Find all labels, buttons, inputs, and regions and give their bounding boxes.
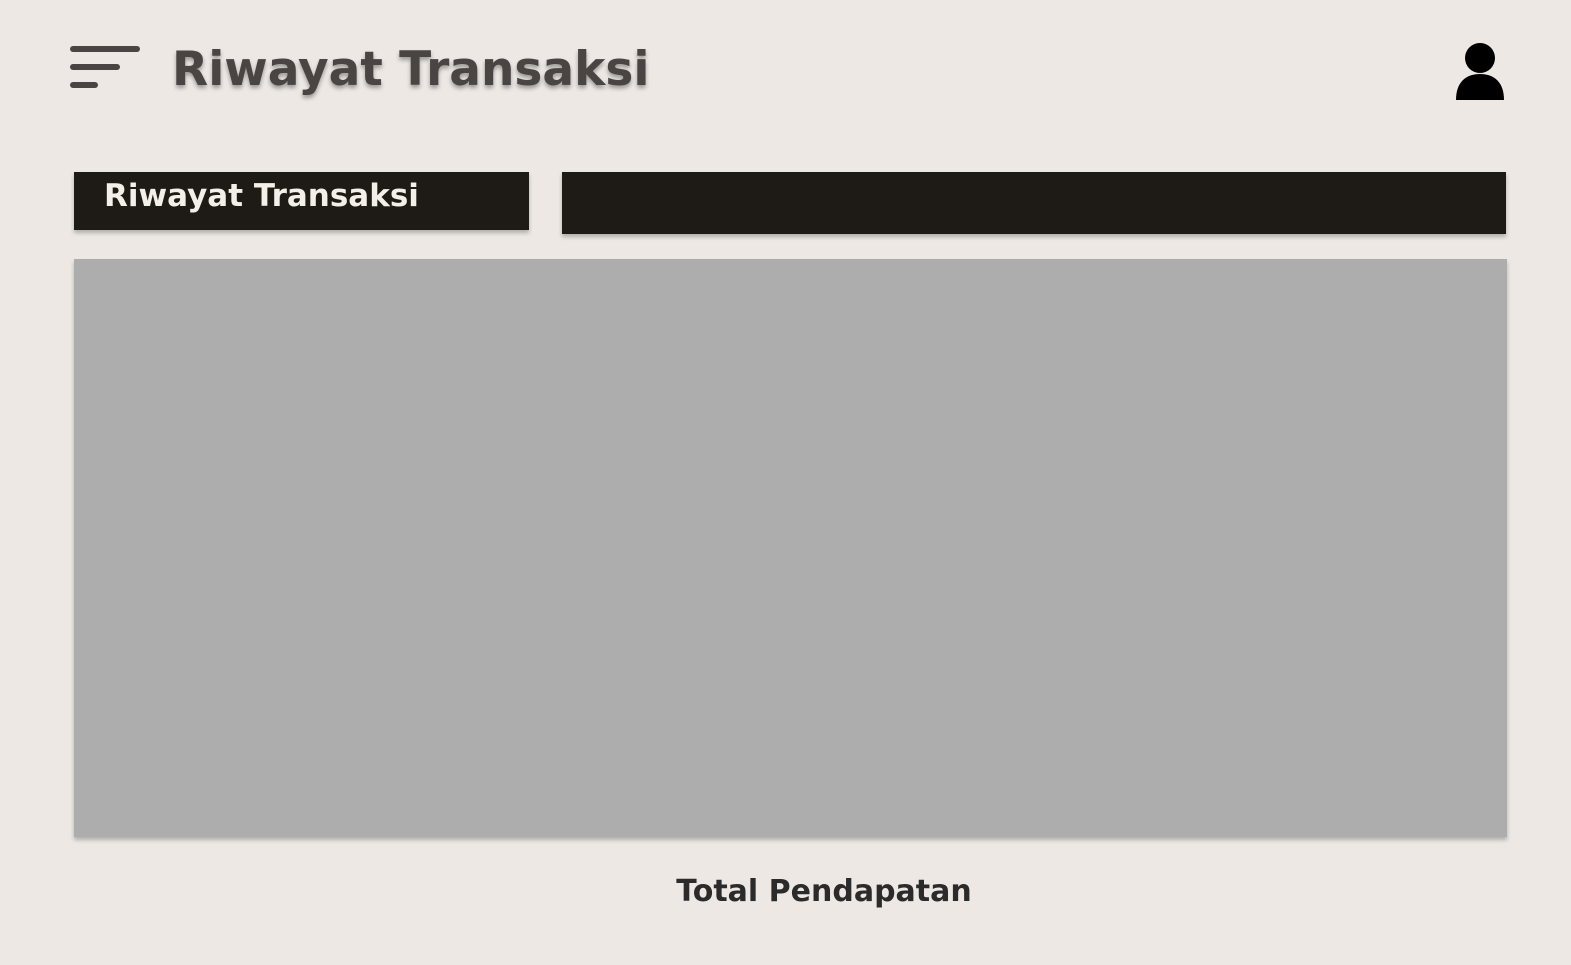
transaction-list-panel (74, 259, 1507, 837)
menu-icon[interactable] (70, 46, 140, 90)
page-title: Riwayat Transaksi (172, 42, 650, 97)
tab-riwayat-transaksi[interactable]: Riwayat Transaksi (74, 172, 529, 230)
tab-bar (562, 172, 1506, 234)
user-icon[interactable] (1454, 42, 1506, 100)
app-header: Riwayat Transaksi (0, 0, 1571, 140)
total-revenue-label: Total Pendapatan (676, 874, 972, 909)
